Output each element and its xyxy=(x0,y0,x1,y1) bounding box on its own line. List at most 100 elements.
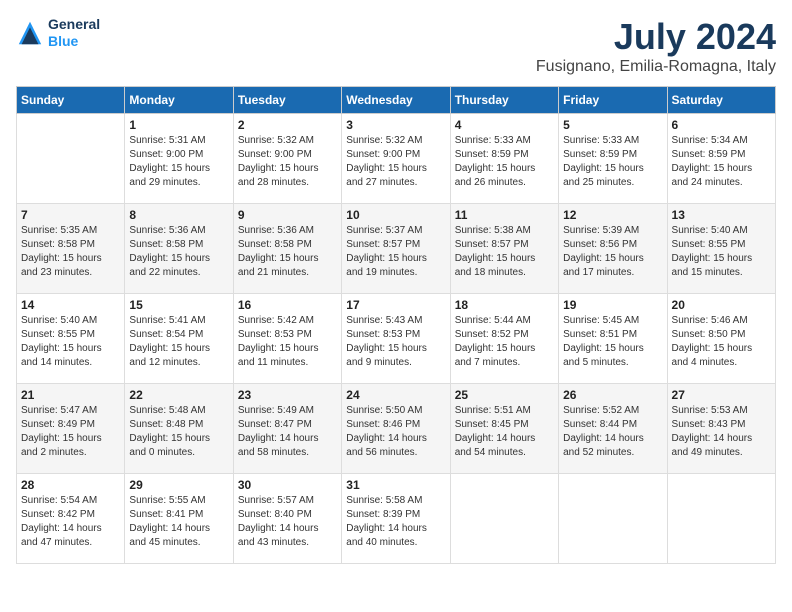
cell-info: Sunrise: 5:55 AMSunset: 8:41 PMDaylight:… xyxy=(129,494,228,550)
calendar-cell: 4 Sunrise: 5:33 AMSunset: 8:59 PMDaylight… xyxy=(450,114,558,204)
calendar-cell: 2Sunrise: 5:32 AMSunset: 9:00 PMDaylight… xyxy=(233,114,341,204)
calendar-cell xyxy=(559,474,667,564)
calendar-cell: 27 Sunrise: 5:53 AMSunset: 8:43 PMDayligh… xyxy=(667,384,775,474)
cell-info: Sunrise: 5:33 AMSunset: 8:59 PMDaylight:… xyxy=(563,134,662,190)
cell-info: Sunrise: 5:48 AMSunset: 8:48 PMDaylight:… xyxy=(129,404,228,460)
day-number: 9 xyxy=(238,208,337,222)
calendar-cell: 29 Sunrise: 5:55 AMSunset: 8:41 PMDayligh… xyxy=(125,474,233,564)
cell-info: Sunrise: 5:37 AMSunset: 8:57 PMDaylight:… xyxy=(346,224,445,280)
calendar-cell: 9 Sunrise: 5:36 AMSunset: 8:58 PMDaylight… xyxy=(233,204,341,294)
calendar-cell: 11 Sunrise: 5:38 AMSunset: 8:57 PMDayligh… xyxy=(450,204,558,294)
header: General Blue July 2024 Fusignano, Emilia… xyxy=(16,16,776,76)
day-number: 19 xyxy=(563,298,662,312)
day-number: 11 xyxy=(455,208,554,222)
cell-info: Sunrise: 5:34 AMSunset: 8:59 PMDaylight:… xyxy=(672,134,771,190)
day-number: 25 xyxy=(455,388,554,402)
day-number: 23 xyxy=(238,388,337,402)
cell-info: Sunrise: 5:32 AMSunset: 9:00 PMDaylight:… xyxy=(346,134,445,190)
logo-text: General Blue xyxy=(48,16,100,50)
weekday-header-row: SundayMondayTuesdayWednesdayThursdayFrid… xyxy=(17,87,776,114)
day-number: 17 xyxy=(346,298,445,312)
cell-info: Sunrise: 5:50 AMSunset: 8:46 PMDaylight:… xyxy=(346,404,445,460)
logo: General Blue xyxy=(16,16,100,50)
day-number: 12 xyxy=(563,208,662,222)
calendar-cell xyxy=(17,114,125,204)
day-number: 3 xyxy=(346,118,445,132)
week-row-1: 7 Sunrise: 5:35 AMSunset: 8:58 PMDaylight… xyxy=(17,204,776,294)
cell-info: Sunrise: 5:49 AMSunset: 8:47 PMDaylight:… xyxy=(238,404,337,460)
day-number: 20 xyxy=(672,298,771,312)
calendar-cell: 16 Sunrise: 5:42 AMSunset: 8:53 PMDayligh… xyxy=(233,294,341,384)
day-number: 14 xyxy=(21,298,120,312)
day-number: 8 xyxy=(129,208,228,222)
calendar-cell xyxy=(667,474,775,564)
day-number: 6 xyxy=(672,118,771,132)
location-title: Fusignano, Emilia-Romagna, Italy xyxy=(536,58,776,76)
calendar-cell: 10 Sunrise: 5:37 AMSunset: 8:57 PMDayligh… xyxy=(342,204,450,294)
cell-info: Sunrise: 5:57 AMSunset: 8:40 PMDaylight:… xyxy=(238,494,337,550)
calendar-cell: 23 Sunrise: 5:49 AMSunset: 8:47 PMDayligh… xyxy=(233,384,341,474)
calendar-cell: 25 Sunrise: 5:51 AMSunset: 8:45 PMDayligh… xyxy=(450,384,558,474)
day-number: 28 xyxy=(21,478,120,492)
weekday-header-tuesday: Tuesday xyxy=(233,87,341,114)
cell-info: Sunrise: 5:42 AMSunset: 8:53 PMDaylight:… xyxy=(238,314,337,370)
day-number: 31 xyxy=(346,478,445,492)
day-number: 4 xyxy=(455,118,554,132)
cell-info: Sunrise: 5:41 AMSunset: 8:54 PMDaylight:… xyxy=(129,314,228,370)
title-area: July 2024 Fusignano, Emilia-Romagna, Ita… xyxy=(536,16,776,76)
weekday-header-friday: Friday xyxy=(559,87,667,114)
day-number: 1 xyxy=(129,118,228,132)
calendar-cell: 8 Sunrise: 5:36 AMSunset: 8:58 PMDaylight… xyxy=(125,204,233,294)
cell-info: Sunrise: 5:35 AMSunset: 8:58 PMDaylight:… xyxy=(21,224,120,280)
weekday-header-thursday: Thursday xyxy=(450,87,558,114)
day-number: 15 xyxy=(129,298,228,312)
day-number: 26 xyxy=(563,388,662,402)
day-number: 30 xyxy=(238,478,337,492)
cell-info: Sunrise: 5:46 AMSunset: 8:50 PMDaylight:… xyxy=(672,314,771,370)
calendar-cell: 5 Sunrise: 5:33 AMSunset: 8:59 PMDaylight… xyxy=(559,114,667,204)
day-number: 2 xyxy=(238,118,337,132)
cell-info: Sunrise: 5:33 AMSunset: 8:59 PMDaylight:… xyxy=(455,134,554,190)
day-number: 27 xyxy=(672,388,771,402)
cell-info: Sunrise: 5:38 AMSunset: 8:57 PMDaylight:… xyxy=(455,224,554,280)
calendar-cell: 24 Sunrise: 5:50 AMSunset: 8:46 PMDayligh… xyxy=(342,384,450,474)
calendar-cell: 26Sunrise: 5:52 AMSunset: 8:44 PMDayligh… xyxy=(559,384,667,474)
calendar-cell: 28 Sunrise: 5:54 AMSunset: 8:42 PMDayligh… xyxy=(17,474,125,564)
calendar-cell: 3 Sunrise: 5:32 AMSunset: 9:00 PMDaylight… xyxy=(342,114,450,204)
cell-info: Sunrise: 5:36 AMSunset: 8:58 PMDaylight:… xyxy=(238,224,337,280)
calendar-cell: 30 Sunrise: 5:57 AMSunset: 8:40 PMDayligh… xyxy=(233,474,341,564)
day-number: 10 xyxy=(346,208,445,222)
calendar-cell: 15 Sunrise: 5:41 AMSunset: 8:54 PMDayligh… xyxy=(125,294,233,384)
day-number: 7 xyxy=(21,208,120,222)
calendar-cell: 13Sunrise: 5:40 AMSunset: 8:55 PMDayligh… xyxy=(667,204,775,294)
day-number: 5 xyxy=(563,118,662,132)
calendar-cell: 7 Sunrise: 5:35 AMSunset: 8:58 PMDaylight… xyxy=(17,204,125,294)
calendar-cell: 20 Sunrise: 5:46 AMSunset: 8:50 PMDayligh… xyxy=(667,294,775,384)
cell-info: Sunrise: 5:39 AMSunset: 8:56 PMDaylight:… xyxy=(563,224,662,280)
weekday-header-sunday: Sunday xyxy=(17,87,125,114)
week-row-4: 28 Sunrise: 5:54 AMSunset: 8:42 PMDayligh… xyxy=(17,474,776,564)
cell-info: Sunrise: 5:36 AMSunset: 8:58 PMDaylight:… xyxy=(129,224,228,280)
day-number: 29 xyxy=(129,478,228,492)
calendar-cell: 17 Sunrise: 5:43 AMSunset: 8:53 PMDayligh… xyxy=(342,294,450,384)
calendar-cell: 31 Sunrise: 5:58 AMSunset: 8:39 PMDayligh… xyxy=(342,474,450,564)
cell-info: Sunrise: 5:43 AMSunset: 8:53 PMDaylight:… xyxy=(346,314,445,370)
week-row-0: 1Sunrise: 5:31 AMSunset: 9:00 PMDaylight… xyxy=(17,114,776,204)
day-number: 21 xyxy=(21,388,120,402)
day-number: 24 xyxy=(346,388,445,402)
calendar-cell: 22Sunrise: 5:48 AMSunset: 8:48 PMDayligh… xyxy=(125,384,233,474)
cell-info: Sunrise: 5:54 AMSunset: 8:42 PMDaylight:… xyxy=(21,494,120,550)
cell-info: Sunrise: 5:51 AMSunset: 8:45 PMDaylight:… xyxy=(455,404,554,460)
day-number: 13 xyxy=(672,208,771,222)
calendar-cell: 1Sunrise: 5:31 AMSunset: 9:00 PMDaylight… xyxy=(125,114,233,204)
calendar-cell: 19 Sunrise: 5:45 AMSunset: 8:51 PMDayligh… xyxy=(559,294,667,384)
cell-info: Sunrise: 5:53 AMSunset: 8:43 PMDaylight:… xyxy=(672,404,771,460)
weekday-header-monday: Monday xyxy=(125,87,233,114)
calendar-table: SundayMondayTuesdayWednesdayThursdayFrid… xyxy=(16,86,776,564)
cell-info: Sunrise: 5:45 AMSunset: 8:51 PMDaylight:… xyxy=(563,314,662,370)
calendar-cell: 18Sunrise: 5:44 AMSunset: 8:52 PMDayligh… xyxy=(450,294,558,384)
calendar-cell xyxy=(450,474,558,564)
cell-info: Sunrise: 5:44 AMSunset: 8:52 PMDaylight:… xyxy=(455,314,554,370)
day-number: 16 xyxy=(238,298,337,312)
cell-info: Sunrise: 5:58 AMSunset: 8:39 PMDaylight:… xyxy=(346,494,445,550)
